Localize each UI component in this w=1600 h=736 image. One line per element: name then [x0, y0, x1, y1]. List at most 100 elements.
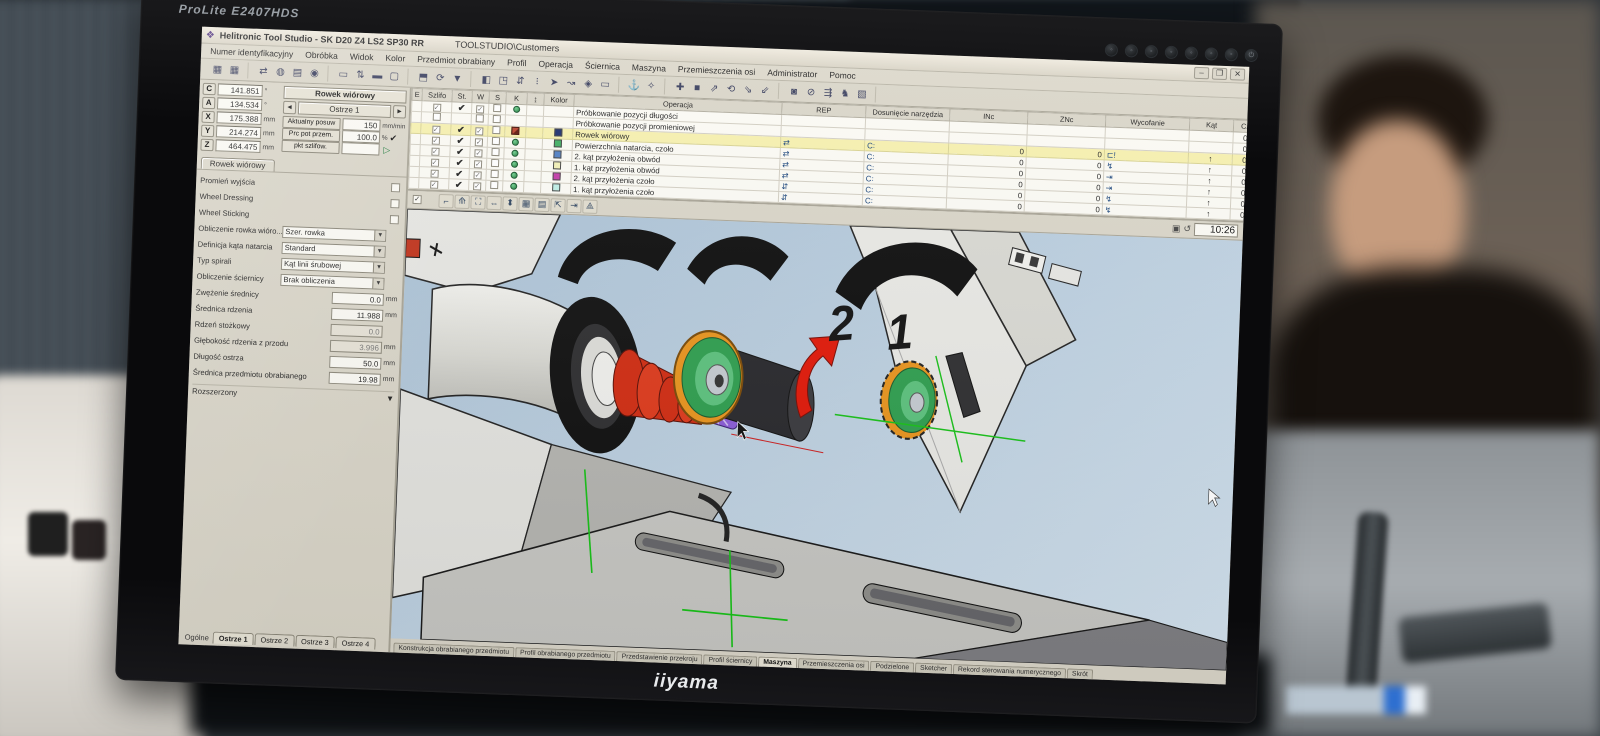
- axis-button-a[interactable]: A: [202, 97, 215, 109]
- view-tool-icon-9[interactable]: ⇥: [566, 198, 582, 213]
- param-checkbox[interactable]: [391, 183, 400, 192]
- viewport-checkbox[interactable]: ✓: [412, 195, 421, 204]
- cell-w[interactable]: [471, 114, 488, 126]
- menu-item-przemieszczenia-osi[interactable]: Przemieszczenia osi: [672, 64, 762, 77]
- cell-w[interactable]: ✓: [471, 103, 488, 115]
- toolbar-icon-2-1[interactable]: ⇄: [255, 63, 272, 80]
- maximize-button[interactable]: ❐: [1212, 67, 1227, 80]
- toolbar-icon-8-3[interactable]: ⇶: [820, 84, 837, 101]
- view-tab-przedstawienie-przekroju[interactable]: Przedstawienie przekroju: [616, 651, 702, 664]
- toolbar-icon-7-1[interactable]: ✚: [672, 79, 689, 96]
- clock-adjacent-icon-2[interactable]: ↺: [1183, 224, 1191, 235]
- view-tool-icon-4[interactable]: ⇔: [486, 195, 502, 210]
- view-tool-icon-5[interactable]: ⬍: [502, 196, 518, 211]
- param-select[interactable]: Szer. rowka▼: [282, 225, 386, 241]
- cell-st[interactable]: [451, 113, 471, 125]
- toolbar-icon-8-5[interactable]: ▨: [854, 86, 871, 103]
- monitor-osd-button-5[interactable]: ◦: [1185, 46, 1198, 59]
- cell-s[interactable]: [487, 136, 504, 148]
- param-select[interactable]: Standard▼: [281, 241, 385, 257]
- toolbar-icon-7-4[interactable]: ⟲: [723, 81, 740, 98]
- axis-button-y[interactable]: Y: [201, 125, 214, 137]
- edge-prev-button[interactable]: ◄: [283, 101, 296, 114]
- view-tool-icon-2[interactable]: ⟰: [454, 194, 470, 209]
- menu-item-profil[interactable]: Profil: [501, 57, 533, 68]
- toolbar-icon-8-1[interactable]: ◙: [786, 83, 803, 100]
- menu-item-maszyna[interactable]: Maszyna: [626, 62, 672, 74]
- view-tab-przemieszczenia-osi[interactable]: Przemieszczenia osi: [797, 658, 869, 671]
- view-tool-icon-6[interactable]: ▦: [518, 196, 534, 211]
- param-checkbox[interactable]: [390, 215, 399, 224]
- toolbar-icon-6-2[interactable]: ✧: [643, 78, 660, 95]
- view-tab-sketcher[interactable]: Sketcher: [915, 663, 952, 674]
- cell-w[interactable]: ✓: [471, 125, 488, 137]
- menu-item-obr-bka[interactable]: Obróbka: [299, 49, 344, 61]
- view-tab-skr-t[interactable]: Skrót: [1067, 668, 1093, 679]
- monitor-osd-button-7[interactable]: ◦: [1225, 48, 1238, 61]
- toolbar-icon-3-1[interactable]: ▭: [335, 66, 352, 83]
- view-tab-profil-obrabianego-przedmiotu[interactable]: Profil obrabianego przedmiotu: [515, 647, 616, 661]
- toolbar-icon-5-3[interactable]: ⇵: [512, 73, 529, 90]
- tab-ostrze-2[interactable]: Ostrze 2: [254, 633, 294, 647]
- toolbar-icon-4-1[interactable]: ⬒: [415, 69, 432, 86]
- toolbar-icon-5-2[interactable]: ◳: [495, 72, 512, 89]
- param-input[interactable]: 11.988: [331, 307, 383, 321]
- clock-adjacent-icon-1[interactable]: ▣: [1172, 223, 1181, 234]
- cell-st[interactable]: ✔: [450, 135, 470, 147]
- cell-w[interactable]: ✓: [470, 147, 487, 159]
- view-tool-icon-8[interactable]: ⇱: [550, 198, 566, 213]
- cell-st[interactable]: ✔: [449, 179, 469, 191]
- menu-item-kolor[interactable]: Kolor: [379, 53, 411, 64]
- column-header-ud[interactable]: ↨: [527, 93, 544, 106]
- column-header-st[interactable]: St.: [452, 90, 472, 103]
- cell-w[interactable]: ✓: [469, 169, 486, 181]
- cell-st[interactable]: ✔: [449, 168, 469, 180]
- cell-s[interactable]: [486, 169, 503, 181]
- menu-item-numer-identyfikacyjny[interactable]: Numer identyfikacyjny: [204, 46, 299, 60]
- cell-w[interactable]: ✓: [470, 136, 487, 148]
- monitor-osd-button-3[interactable]: ◦: [1145, 45, 1158, 58]
- toolbar-icon-1-1[interactable]: ▦: [209, 61, 226, 78]
- cell-s[interactable]: [486, 180, 503, 192]
- play-icon[interactable]: ▷: [383, 144, 390, 155]
- param-select[interactable]: Kąt linii śrubowej▼: [281, 257, 385, 273]
- cell-s[interactable]: [488, 125, 505, 137]
- toolbar-icon-5-6[interactable]: ↝: [563, 75, 580, 92]
- column-header-k[interactable]: K: [506, 92, 527, 105]
- axis-button-x[interactable]: X: [201, 111, 214, 123]
- param-input[interactable]: 0.0: [332, 291, 384, 305]
- cell-st[interactable]: ✔: [451, 102, 471, 114]
- column-header-e[interactable]: E: [412, 88, 422, 100]
- cell-s[interactable]: [487, 147, 504, 159]
- toolbar-icon-8-2[interactable]: ⊘: [803, 84, 820, 101]
- cell-szlifo[interactable]: ✓: [419, 178, 449, 190]
- cell-s[interactable]: [488, 114, 505, 126]
- toolbar-icon-6-1[interactable]: ⚓: [626, 77, 643, 94]
- menu-item-widok[interactable]: Widok: [344, 51, 380, 62]
- menu-item--ciernica[interactable]: Ściernica: [579, 60, 626, 72]
- menu-item-operacja[interactable]: Operacja: [532, 58, 579, 70]
- machine-3d-viewport[interactable]: 2 1: [391, 209, 1243, 671]
- feed-button-3[interactable]: pkt szlifow.: [281, 140, 339, 154]
- axis-button-c[interactable]: C: [203, 83, 216, 95]
- view-tab-konstrukcja-obrabianego-przedmiotu[interactable]: Konstrukcja obrabianego przedmiotu: [393, 642, 514, 657]
- view-tool-icon-3[interactable]: ⛶: [470, 195, 486, 210]
- toolbar-icon-3-4[interactable]: ▢: [386, 68, 403, 85]
- param-input[interactable]: 50.0: [329, 355, 381, 369]
- minimize-button[interactable]: –: [1194, 67, 1209, 80]
- cell-w[interactable]: ✓: [469, 180, 486, 192]
- toolbar-icon-5-5[interactable]: ➤: [546, 74, 563, 91]
- monitor-osd-button-6[interactable]: ◦: [1205, 47, 1218, 60]
- toolbar-icon-5-1[interactable]: ◧: [478, 71, 495, 88]
- view-tab-podzielone[interactable]: Podzielone: [870, 661, 914, 673]
- cell-st[interactable]: ✔: [451, 124, 471, 136]
- toolbar-icon-5-4[interactable]: ⁝: [529, 73, 546, 90]
- toolbar-icon-7-3[interactable]: ⇗: [706, 80, 723, 97]
- cell-s[interactable]: [488, 103, 505, 115]
- toolbar-icon-3-2[interactable]: ⇅: [352, 66, 369, 83]
- tab-ostrze-4[interactable]: Ostrze 4: [335, 636, 375, 650]
- machine-simulation-scene[interactable]: 2 1: [391, 209, 1243, 671]
- edge-next-button[interactable]: ►: [393, 105, 406, 118]
- view-tool-icon-1[interactable]: ⌐: [438, 193, 454, 208]
- column-header-s[interactable]: S: [489, 91, 506, 104]
